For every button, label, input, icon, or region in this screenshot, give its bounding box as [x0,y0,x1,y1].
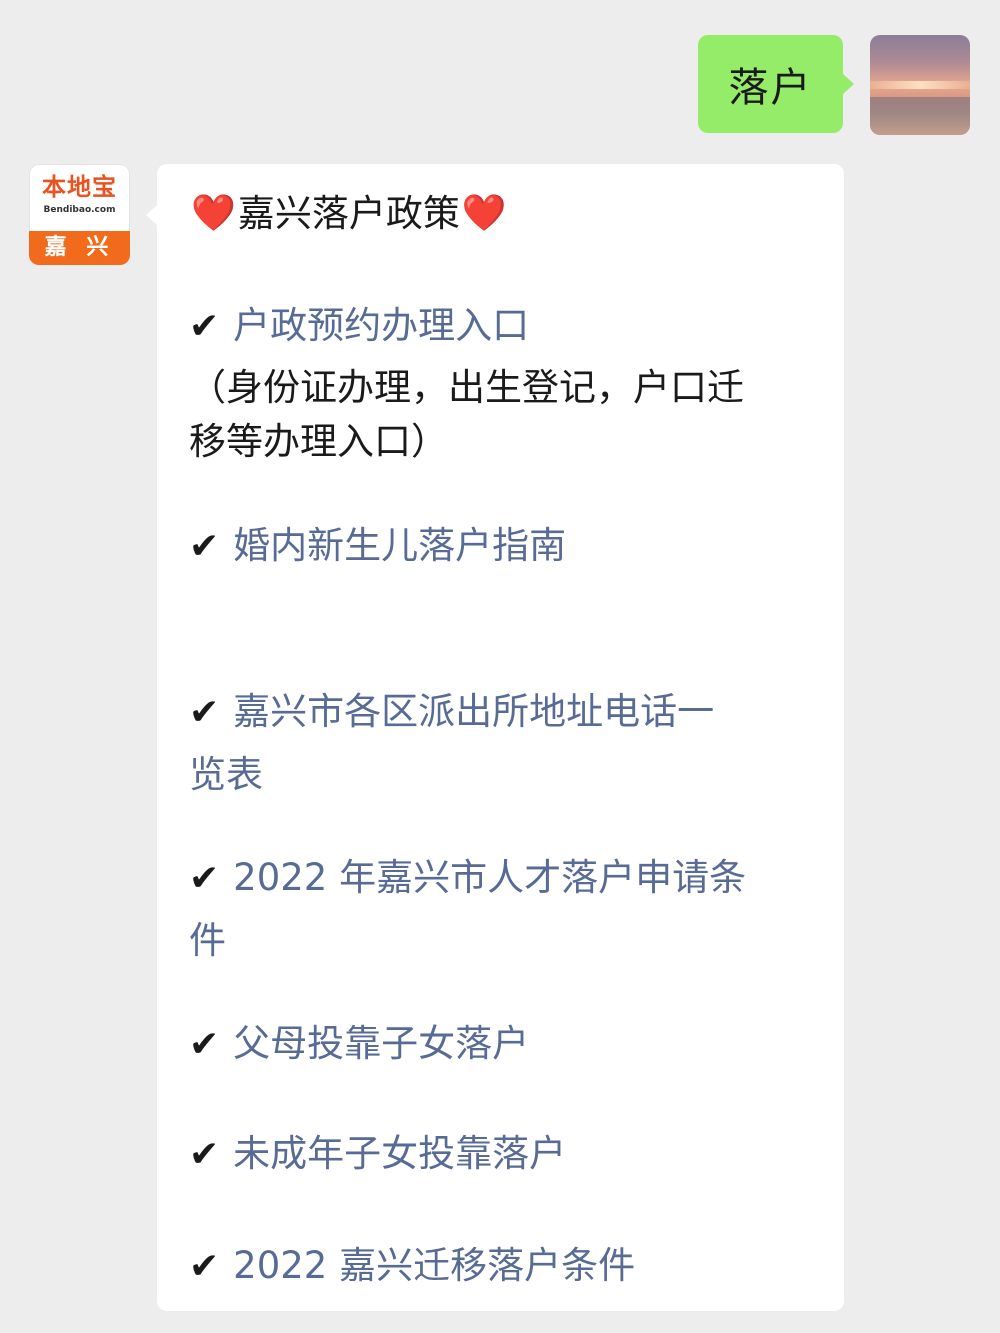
check-icon: ✔ [189,1134,220,1175]
link-migration-conditions[interactable]: 2022 嘉兴迁移落户条件 [233,1244,635,1287]
list-item: ✔ 父母投靠子女落户 [189,1016,820,1079]
link-huzheng-appointment[interactable]: 户政预约办理入口 [233,304,529,347]
user-message-text: 落户 [728,65,813,111]
check-icon: ✔ [189,306,220,347]
bot-avatar[interactable]: 本地宝 Bendibao.com 嘉 兴 [29,164,130,265]
link-police-station-list[interactable]: 嘉兴市各区派出所地址电话一 [233,690,714,733]
bot-logo-city: 嘉 兴 [29,231,130,265]
item-note: 移等办理入口） [189,420,448,463]
list-item: ✔ 婚内新生儿落户指南 [189,518,820,581]
check-icon: ✔ [189,1024,220,1065]
list-item: ✔ 2022 年嘉兴市人才落户申请条 件 [189,850,820,976]
list-item: ✔ 未成年子女投靠落户 [189,1126,820,1189]
user-message-bubble[interactable]: 落户 [698,35,854,133]
heart-icon: ❤️ [191,193,236,234]
bot-message-bubble: ❤️ 嘉兴落户政策 ❤️ ✔ 户政预约办理入口 （身份证办理，出生登记，户口迁 移… [146,164,844,1311]
avatar-sunset-band [870,81,970,89]
bot-logo-name: 本地宝 [42,173,117,201]
check-icon: ✔ [189,1246,220,1287]
link-talent-settlement-cont[interactable]: 件 [189,919,226,962]
check-icon: ✔ [189,858,220,899]
check-icon: ✔ [189,692,220,733]
list-item: ✔ 户政预约办理入口 （身份证办理，出生登记，户口迁 移等办理入口） [189,298,820,469]
user-avatar[interactable] [870,35,970,135]
bot-logo-domain: Bendibao.com [43,205,116,215]
avatar-sea [870,97,970,135]
link-talent-settlement[interactable]: 2022 年嘉兴市人才落户申请条 [233,856,746,899]
item-note: （身份证办理，出生登记，户口迁 [189,366,744,409]
link-parents-join-children[interactable]: 父母投靠子女落户 [233,1022,529,1065]
list-item: ✔ 2022 嘉兴迁移落户条件 [189,1238,820,1301]
link-newborn-guide[interactable]: 婚内新生儿落户指南 [233,524,566,567]
message-title-text: 嘉兴落户政策 [237,192,460,235]
bot-logo: 本地宝 Bendibao.com [29,170,130,230]
heart-icon: ❤️ [461,193,507,234]
list-item: ✔ 嘉兴市各区派出所地址电话一 览表 [189,684,820,810]
check-icon: ✔ [189,526,220,567]
link-minor-children[interactable]: 未成年子女投靠落户 [233,1132,566,1175]
link-police-station-list-cont[interactable]: 览表 [189,753,263,796]
message-title: ❤️ 嘉兴落户政策 ❤️ [189,190,814,238]
